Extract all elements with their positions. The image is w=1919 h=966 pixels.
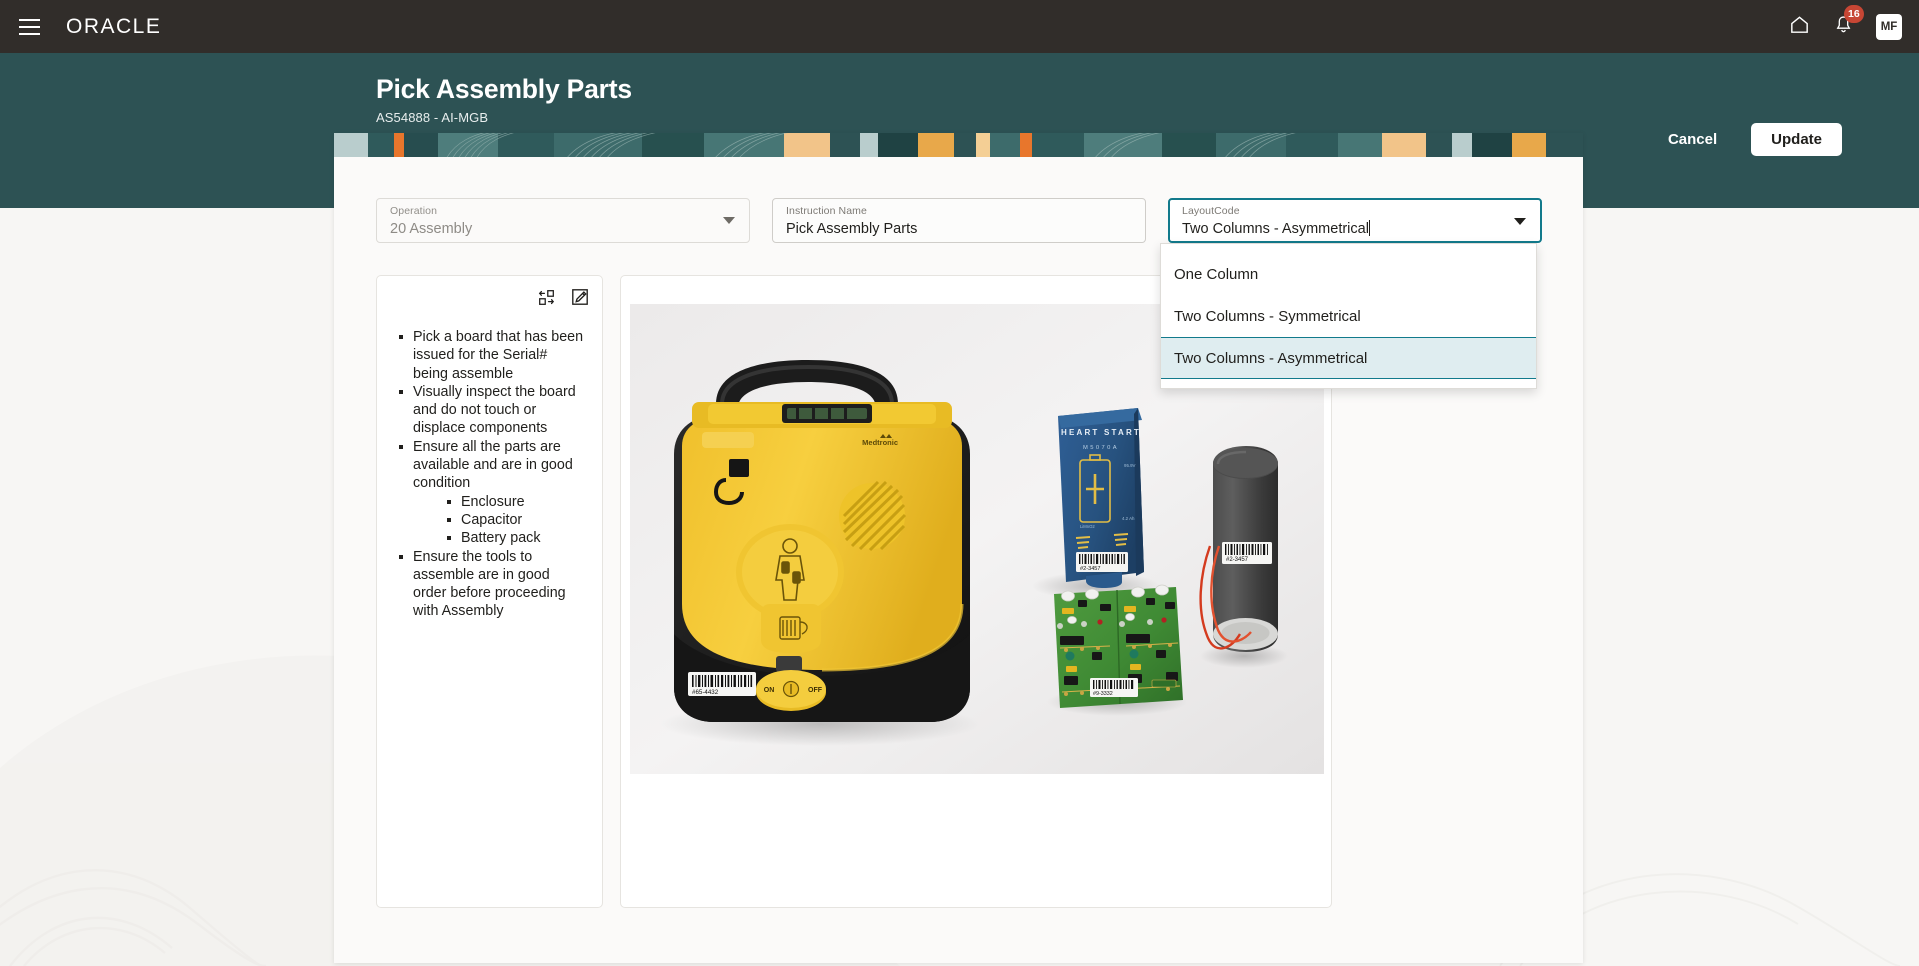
bullet-list-root: Pick a board that has been issued for th… — [399, 328, 586, 621]
update-button[interactable]: Update — [1751, 123, 1842, 156]
operation-select[interactable]: Operation 20 Assembly — [376, 198, 750, 243]
layout-code-label: LayoutCode — [1182, 205, 1240, 217]
move-reorder-icon[interactable] — [538, 289, 555, 306]
chevron-down-icon[interactable] — [1514, 218, 1526, 225]
dropdown-option-label: Two Columns - Symmetrical — [1174, 307, 1361, 325]
hamburger-line — [18, 25, 40, 28]
operation-value: 20 Assembly — [390, 220, 473, 237]
dropdown-option-label: Two Columns - Asymmetrical — [1174, 349, 1368, 367]
decorative-banner-strip — [334, 133, 1583, 157]
dropdown-option-one-column[interactable]: One Column — [1161, 253, 1536, 295]
svg-text:#2-3457: #2-3457 — [1080, 566, 1101, 572]
dropdown-option-two-columns-symmetrical[interactable]: Two Columns - Symmetrical — [1161, 295, 1536, 337]
switch-off-label: OFF — [808, 687, 823, 694]
svg-text:95.9V: 95.9V — [1124, 463, 1136, 468]
layout-code-select[interactable]: LayoutCode Two Columns - Asymmetrical — [1168, 198, 1542, 243]
svg-text:4.2 Ah: 4.2 Ah — [1122, 516, 1135, 521]
svg-text:#9-3332: #9-3332 — [1093, 691, 1113, 697]
notifications-button[interactable]: 16 — [1833, 4, 1864, 41]
list-item-text: Ensure the tools to assemble are in good… — [413, 548, 566, 620]
instruction-bullet-list: Pick a board that has been issued for th… — [377, 276, 602, 621]
list-item-text: Visually inspect the board and do not to… — [413, 383, 576, 437]
instruction-name-value: Pick Assembly Parts — [786, 220, 918, 237]
svg-text:LiMnO2: LiMnO2 — [1080, 524, 1095, 529]
bullet-sublist: Enclosure Capacitor Battery pack — [447, 493, 586, 548]
list-item: Ensure all the parts are available and a… — [399, 438, 586, 548]
notification-count-badge: 16 — [1844, 4, 1864, 23]
list-item: Pick a board that has been issued for th… — [399, 328, 586, 383]
list-item: Enclosure — [447, 493, 586, 511]
list-item-text: Enclosure — [461, 493, 525, 510]
hamburger-menu-icon[interactable] — [12, 10, 46, 44]
user-avatar[interactable]: MF — [1876, 13, 1902, 40]
instruction-form-row: Operation 20 Assembly Instruction Name P… — [376, 198, 1542, 243]
page-title-block: Pick Assembly Parts AS54888 - AI-MGB — [376, 74, 632, 125]
capacitor-barcode-label: #2-3457 — [1222, 542, 1272, 564]
hamburger-line — [18, 32, 40, 35]
device-brand-label: Medtronic — [862, 438, 898, 447]
page-title: Pick Assembly Parts — [376, 74, 632, 104]
layout-code-value-wrap: Two Columns - Asymmetrical — [1182, 219, 1529, 239]
instruction-name-input[interactable]: Instruction Name Pick Assembly Parts — [772, 198, 1146, 243]
hamburger-line — [18, 18, 40, 21]
header-actions-group: 16 MF — [1788, 4, 1919, 41]
list-item: Capacitor — [447, 511, 586, 529]
list-item-text: Pick a board that has been issued for th… — [413, 329, 584, 382]
page-action-buttons: Cancel Update — [1648, 123, 1842, 156]
text-content-panel: Pick a board that has been issued for th… — [376, 275, 603, 908]
instruction-name-label: Instruction Name — [786, 205, 867, 217]
home-icon[interactable] — [1788, 13, 1811, 41]
list-item-text: Ensure all the parts are available and a… — [413, 438, 573, 492]
text-caret — [1368, 219, 1370, 236]
list-item-text: Battery pack — [461, 530, 541, 547]
svg-text:#65-4432: #65-4432 — [692, 689, 719, 696]
battery-model-label: M5070A — [1083, 445, 1119, 451]
cancel-button[interactable]: Cancel — [1648, 123, 1737, 156]
layout-code-value: Two Columns - Asymmetrical — [1182, 220, 1369, 237]
list-item: Battery pack — [447, 529, 586, 547]
global-header: ORACLE 16 MF — [0, 0, 1919, 53]
page-subtitle: AS54888 - AI-MGB — [376, 110, 489, 126]
svg-text:#2-3457: #2-3457 — [1226, 557, 1249, 563]
device-barcode-label: #65-4432 — [688, 672, 756, 696]
chevron-down-icon[interactable] — [723, 217, 735, 224]
edit-pencil-square-icon[interactable] — [571, 288, 589, 306]
battery-barcode-label: #2-3457 — [1076, 552, 1128, 572]
battery-brand-label: HEART START — [1061, 428, 1141, 437]
layout-code-dropdown-menu[interactable]: One Column Two Columns - Symmetrical Two… — [1160, 243, 1537, 389]
switch-on-label: ON — [764, 687, 775, 694]
list-item-text: Capacitor — [461, 511, 523, 528]
list-item: Visually inspect the board and do not to… — [399, 383, 586, 438]
list-item: Ensure the tools to assemble are in good… — [399, 548, 586, 621]
operation-label: Operation — [390, 205, 438, 217]
dropdown-option-label: One Column — [1174, 265, 1259, 283]
text-panel-toolbar — [538, 288, 589, 306]
oracle-logo[interactable]: ORACLE — [66, 15, 161, 39]
board-barcode-label: #9-3332 — [1090, 678, 1138, 697]
dropdown-option-two-columns-asymmetrical[interactable]: Two Columns - Asymmetrical — [1161, 337, 1536, 379]
